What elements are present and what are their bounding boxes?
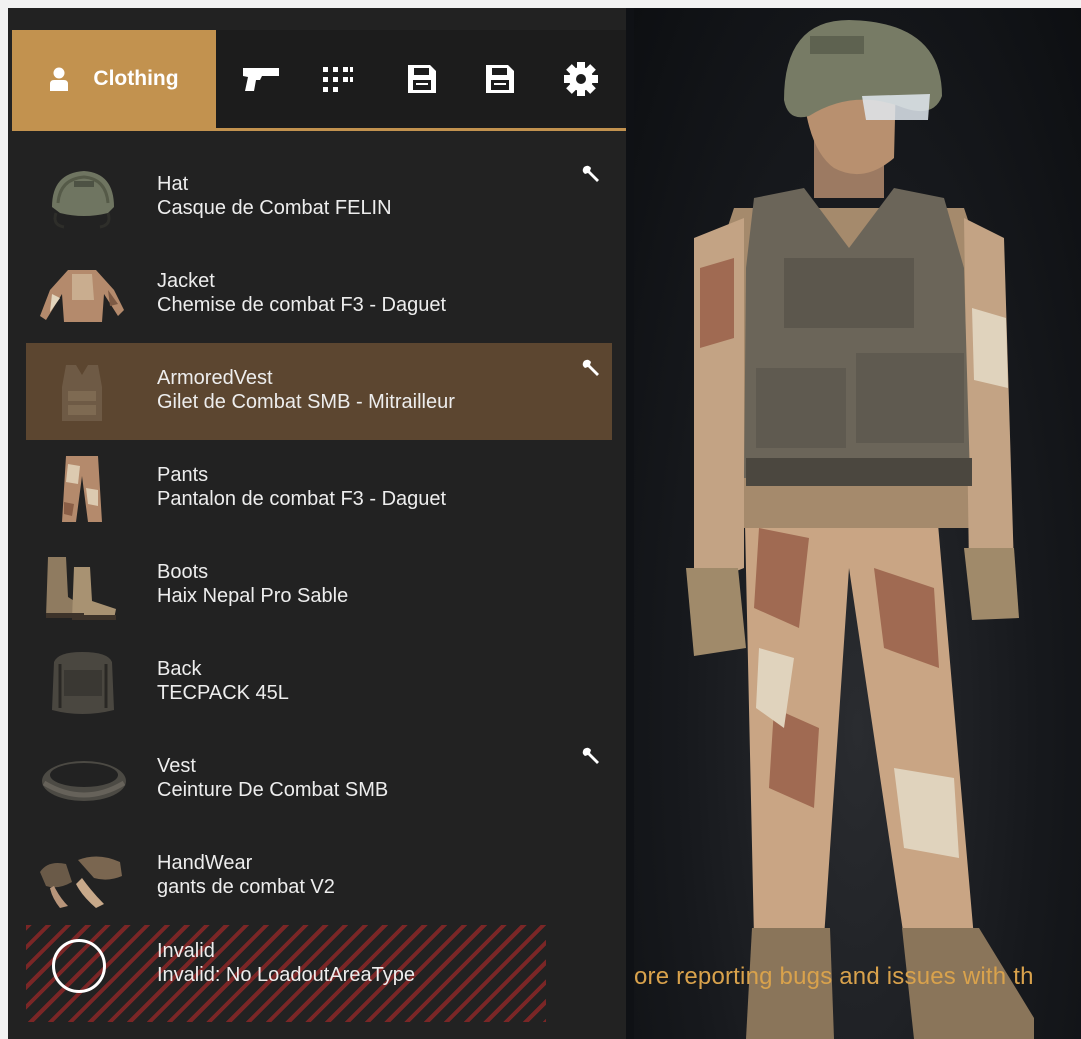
item-name: Gilet de Combat SMB - Mitrailleur <box>157 391 455 413</box>
slot-label: Invalid <box>157 940 215 962</box>
boots-thumbnail <box>38 551 126 621</box>
backpack-thumbnail <box>38 648 126 718</box>
loadout-slot-pants[interactable]: Pants Pantalon de combat F3 - Daguet <box>26 440 612 537</box>
armored-vest-thumbnail <box>38 357 126 427</box>
tab-settings[interactable] <box>556 30 606 128</box>
loadout-slot-boots[interactable]: Boots Haix Nepal Pro Sable <box>26 537 612 634</box>
tab-save-1[interactable] <box>400 30 444 128</box>
loadout-slot-invalid[interactable]: Invalid Invalid: No LoadoutAreaType <box>26 925 546 1022</box>
slot-label: Pants <box>157 464 209 486</box>
character-preview[interactable]: ore reporting bugs and issues with th <box>634 8 1081 1039</box>
slot-label: Jacket <box>157 270 215 292</box>
save-icon <box>406 63 438 95</box>
pants-thumbnail <box>38 454 126 524</box>
tab-inventory[interactable] <box>316 30 360 128</box>
invalid-circle-icon <box>52 939 106 993</box>
scrolling-notice: ore reporting bugs and issues with th <box>634 963 1034 990</box>
slot-label: Hat <box>157 173 189 195</box>
slot-label: HandWear <box>157 852 253 874</box>
tab-clothing-label: Clothing <box>93 67 179 90</box>
loadout-slot-vest[interactable]: Vest Ceinture De Combat SMB <box>26 731 612 828</box>
loadout-slot-jacket[interactable]: Jacket Chemise de combat F3 - Daguet <box>26 246 612 343</box>
pistol-icon <box>242 66 280 92</box>
slot-label: ArmoredVest <box>157 367 273 389</box>
category-tab-bar: Clothing <box>12 30 626 131</box>
save-icon <box>484 63 516 95</box>
tab-clothing[interactable]: Clothing <box>12 30 216 128</box>
tab-save-2[interactable] <box>478 30 522 128</box>
loadout-slot-back[interactable]: Back TECPACK 45L <box>26 634 612 731</box>
item-name: Ceinture De Combat SMB <box>157 779 389 801</box>
item-name: gants de combat V2 <box>157 876 335 898</box>
person-icon <box>49 67 69 91</box>
wrench-icon[interactable] <box>580 745 602 767</box>
wrench-icon[interactable] <box>580 163 602 185</box>
tab-weapons[interactable] <box>236 30 286 128</box>
item-name: Haix Nepal Pro Sable <box>157 585 349 607</box>
belt-thumbnail <box>38 745 126 815</box>
gear-icon <box>563 61 599 97</box>
loadout-slot-list: Hat Casque de Combat FELIN Jacket Chemis… <box>26 149 612 1022</box>
grid-icon <box>321 65 355 93</box>
item-name: TECPACK 45L <box>157 682 289 704</box>
gloves-thumbnail <box>38 842 126 912</box>
loadout-slot-armored-vest[interactable]: ArmoredVest Gilet de Combat SMB - Mitrai… <box>26 343 612 440</box>
jacket-thumbnail <box>38 260 126 330</box>
loadout-panel: Clothing Hat Casque de Combat FELIN Jack… <box>8 8 626 1039</box>
soldier-model <box>686 20 1034 1039</box>
helmet-thumbnail <box>38 163 126 233</box>
item-name: Pantalon de combat F3 - Daguet <box>157 488 447 510</box>
slot-label: Back <box>157 658 202 680</box>
item-name: Casque de Combat FELIN <box>157 197 392 219</box>
loadout-slot-hat[interactable]: Hat Casque de Combat FELIN <box>26 149 612 246</box>
item-name: Chemise de combat F3 - Daguet <box>157 294 447 316</box>
slot-label: Vest <box>157 755 196 777</box>
item-name: Invalid: No LoadoutAreaType <box>157 964 415 986</box>
slot-label: Boots <box>157 561 209 583</box>
loadout-slot-handwear[interactable]: HandWear gants de combat V2 <box>26 828 612 925</box>
wrench-icon[interactable] <box>580 357 602 379</box>
loadout-editor: Clothing Hat Casque de Combat FELIN Jack… <box>8 8 1081 1039</box>
